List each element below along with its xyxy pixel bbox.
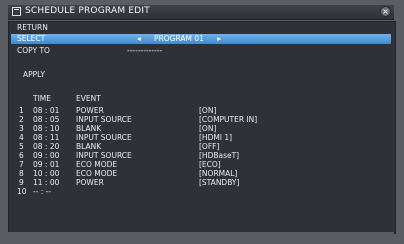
row-number: 3 — [19, 124, 24, 133]
row-event: INPUT SOURCE — [76, 133, 132, 142]
row-time: 08 : 10 — [33, 124, 60, 133]
row-time: 08 : 05 — [33, 115, 60, 124]
title-bar: SCHEDULE PROGRAM EDIT × — [8, 5, 394, 20]
close-icon[interactable]: × — [380, 6, 391, 17]
apply-button[interactable]: APPLY — [23, 70, 45, 79]
row-parameter: [ON] — [199, 124, 217, 133]
schedule-row[interactable]: 10 -- : -- — [9, 187, 395, 196]
row-number: 4 — [19, 133, 24, 142]
row-parameter: [OFF] — [199, 142, 220, 151]
row-time: 09 : 01 — [33, 160, 60, 169]
schedule-row[interactable]: 4 08 : 11 INPUT SOURCE [HDMI 1] — [9, 133, 395, 142]
schedule-row[interactable]: 8 10 : 00 ECO MODE [NORMAL] — [9, 169, 395, 178]
row-parameter: [ECO] — [199, 160, 221, 169]
row-time: 09 : 00 — [33, 151, 60, 160]
schedule-row[interactable]: 6 09 : 00 INPUT SOURCE [HDBaseT] — [9, 151, 395, 160]
copy-to-menu-item[interactable]: COPY TO ------------- — [11, 46, 391, 56]
row-number: 6 — [19, 151, 24, 160]
main-panel: RETURN SELECT ◂ PROGRAM 01 ▸ COPY TO ---… — [8, 21, 396, 234]
time-column-header: TIME — [33, 94, 52, 103]
window-footer — [8, 232, 394, 235]
schedule-row[interactable]: 3 08 : 10 BLANK [ON] — [9, 124, 395, 133]
schedule-row[interactable]: 7 09 : 01 ECO MODE [ECO] — [9, 160, 395, 169]
row-number: 1 — [19, 106, 24, 115]
row-number: 5 — [19, 142, 24, 151]
window-icon — [12, 7, 21, 16]
copy-to-value: ------------- — [127, 46, 163, 55]
row-parameter: [ON] — [199, 106, 217, 115]
copy-to-label: COPY TO — [17, 46, 50, 55]
row-time: 10 : 00 — [33, 169, 60, 178]
row-parameter: [HDMI 1] — [199, 133, 233, 142]
row-number: 2 — [19, 115, 24, 124]
schedule-list: 1 08 : 01 POWER [ON] 2 08 : 05 INPUT SOU… — [9, 106, 395, 196]
program-selector[interactable]: ◂ PROGRAM 01 ▸ — [137, 34, 221, 44]
schedule-program-edit-window: SCHEDULE PROGRAM EDIT × RETURN SELECT ◂ … — [0, 0, 404, 244]
row-time: -- : -- — [33, 187, 52, 196]
row-parameter: [STANDBY] — [199, 178, 240, 187]
row-event: ECO MODE — [76, 169, 118, 178]
window-title: SCHEDULE PROGRAM EDIT — [25, 6, 150, 16]
row-number: 8 — [19, 169, 24, 178]
row-event: BLANK — [76, 124, 102, 133]
row-time: 08 : 20 — [33, 142, 60, 151]
row-event: BLANK — [76, 142, 102, 151]
row-parameter: [NORMAL] — [199, 169, 238, 178]
select-label: SELECT — [17, 34, 46, 43]
row-event: INPUT SOURCE — [76, 115, 132, 124]
row-event: ECO MODE — [76, 160, 118, 169]
row-parameter: [COMPUTER IN] — [199, 115, 258, 124]
row-number: 9 — [19, 178, 24, 187]
select-right-arrow-icon[interactable]: ▸ — [217, 34, 221, 44]
schedule-row[interactable]: 2 08 : 05 INPUT SOURCE [COMPUTER IN] — [9, 115, 395, 124]
schedule-row[interactable]: 5 08 : 20 BLANK [OFF] — [9, 142, 395, 151]
row-time: 08 : 11 — [33, 133, 60, 142]
schedule-row[interactable]: 9 11 : 00 POWER [STANDBY] — [9, 178, 395, 187]
schedule-row[interactable]: 1 08 : 01 POWER [ON] — [9, 106, 395, 115]
return-label: RETURN — [17, 23, 48, 32]
row-time: 08 : 01 — [33, 106, 60, 115]
return-menu-item[interactable]: RETURN — [11, 23, 391, 33]
row-time: 11 : 00 — [33, 178, 60, 187]
row-number: 7 — [19, 160, 24, 169]
selected-program: PROGRAM 01 — [154, 34, 204, 43]
row-parameter: [HDBaseT] — [199, 151, 240, 160]
row-event: POWER — [76, 178, 104, 187]
row-number: 10 — [17, 187, 27, 196]
select-left-arrow-icon[interactable]: ◂ — [137, 34, 141, 44]
select-menu-item[interactable]: SELECT ◂ PROGRAM 01 ▸ — [11, 34, 391, 44]
row-event: INPUT SOURCE — [76, 151, 132, 160]
event-column-header: EVENT — [76, 94, 101, 103]
row-event: POWER — [76, 106, 104, 115]
